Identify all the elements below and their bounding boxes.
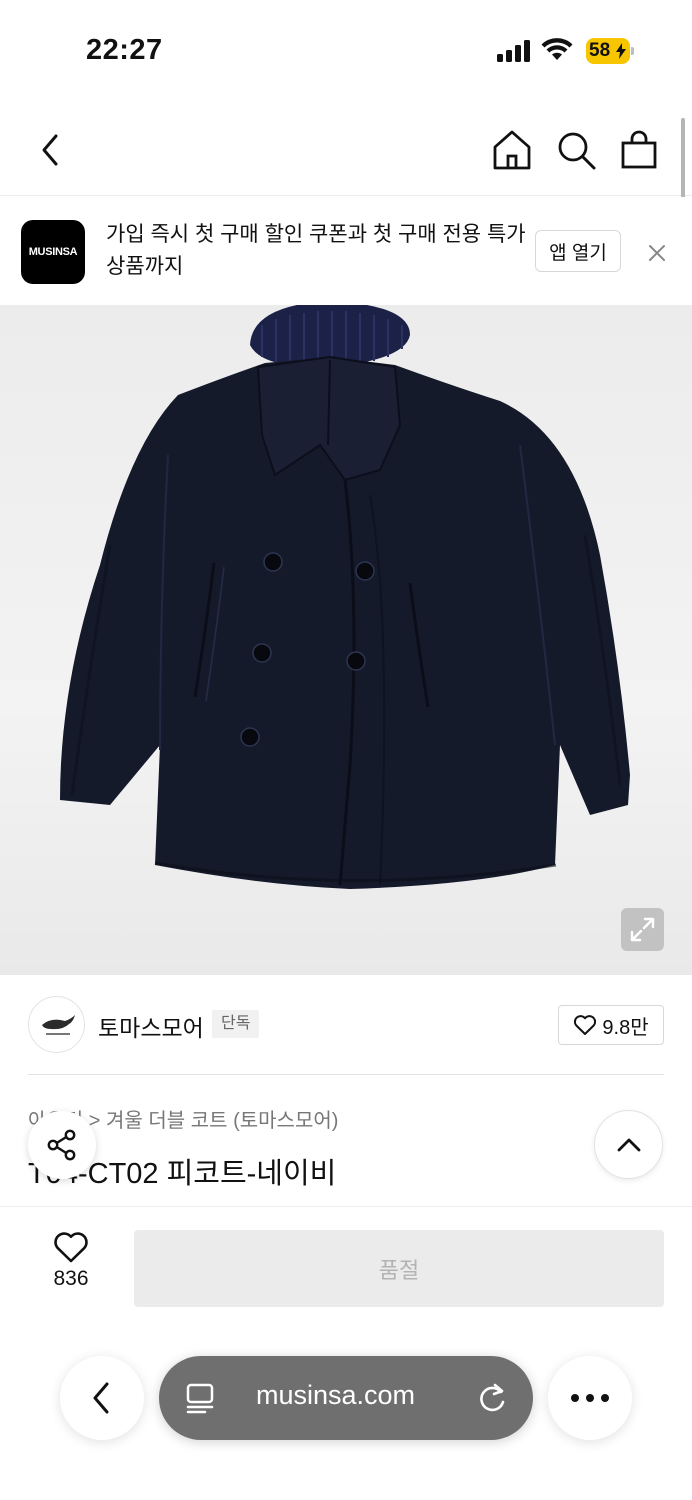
cellular-signal-icon <box>497 40 530 62</box>
app-install-banner: MUSINSA 가입 즉시 첫 구매 할인 쿠폰과 첫 구매 전용 특가 상품까… <box>0 197 692 305</box>
heart-icon <box>574 1015 597 1035</box>
battery-cap <box>631 47 634 55</box>
home-icon[interactable] <box>490 128 534 172</box>
battery-body: 58 <box>586 38 630 64</box>
chevron-up-icon <box>617 1138 640 1151</box>
brand-avatar[interactable] <box>28 996 85 1053</box>
browser-bottom-bar: musinsa.com <box>0 1326 692 1500</box>
sold-out-button: 품절 <box>134 1230 664 1307</box>
battery-indicator: 58 <box>586 38 634 64</box>
top-nav-bar <box>0 100 692 196</box>
status-time: 22:27 <box>86 34 163 66</box>
share-icon <box>47 1129 76 1161</box>
more-dots-icon <box>571 1394 609 1402</box>
brand-row: 토마스모어 단독 9.8만 <box>0 975 692 1075</box>
brand-like-count: 9.8만 <box>602 1016 649 1039</box>
address-bar[interactable]: musinsa.com <box>159 1356 533 1440</box>
chevron-left-icon <box>93 1382 109 1414</box>
status-bar: 22:27 58 <box>0 0 692 100</box>
battery-level: 58 <box>589 40 611 61</box>
page-menu-icon[interactable] <box>185 1382 215 1414</box>
brand-whale-logo-icon <box>42 1015 75 1035</box>
browser-back-button[interactable] <box>60 1356 144 1440</box>
wishlist-button[interactable]: 836 <box>36 1231 106 1301</box>
wishlist-count: 836 <box>53 1267 89 1290</box>
browser-more-button[interactable] <box>548 1356 632 1440</box>
banner-message: 가입 즉시 첫 구매 할인 쿠폰과 첫 구매 전용 특가 상품까지 <box>106 223 526 278</box>
brand-name[interactable]: 토마스모어 <box>98 1009 204 1043</box>
expand-image-button[interactable] <box>621 908 664 951</box>
purchase-bar: 836 품절 <box>0 1206 692 1326</box>
shopping-bag-icon[interactable] <box>617 128 661 172</box>
wifi-icon <box>541 38 573 60</box>
expand-icon <box>630 917 655 942</box>
breadcrumb-category[interactable]: 겨울 더블 코트 (토마스모어) <box>106 1110 338 1132</box>
exclusive-badge: 단독 <box>212 1010 260 1038</box>
brand-like-button[interactable]: 9.8만 <box>558 1005 664 1045</box>
share-button[interactable] <box>28 1111 96 1179</box>
scroll-to-top-button[interactable] <box>594 1110 663 1179</box>
product-image[interactable] <box>0 305 692 975</box>
open-app-button[interactable]: 앱 열기 <box>535 230 621 272</box>
close-icon[interactable] <box>644 240 670 266</box>
peacoat-photo <box>60 305 630 889</box>
heart-icon <box>54 1232 88 1263</box>
divider <box>28 1074 664 1075</box>
musinsa-logo: MUSINSA <box>21 220 85 284</box>
back-arrow-icon[interactable] <box>28 128 72 172</box>
reload-icon[interactable] <box>475 1380 509 1416</box>
charging-bolt-icon <box>616 43 626 59</box>
address-url[interactable]: musinsa.com <box>256 1380 415 1411</box>
scroll-indicator <box>681 118 685 208</box>
search-icon[interactable] <box>554 128 598 172</box>
